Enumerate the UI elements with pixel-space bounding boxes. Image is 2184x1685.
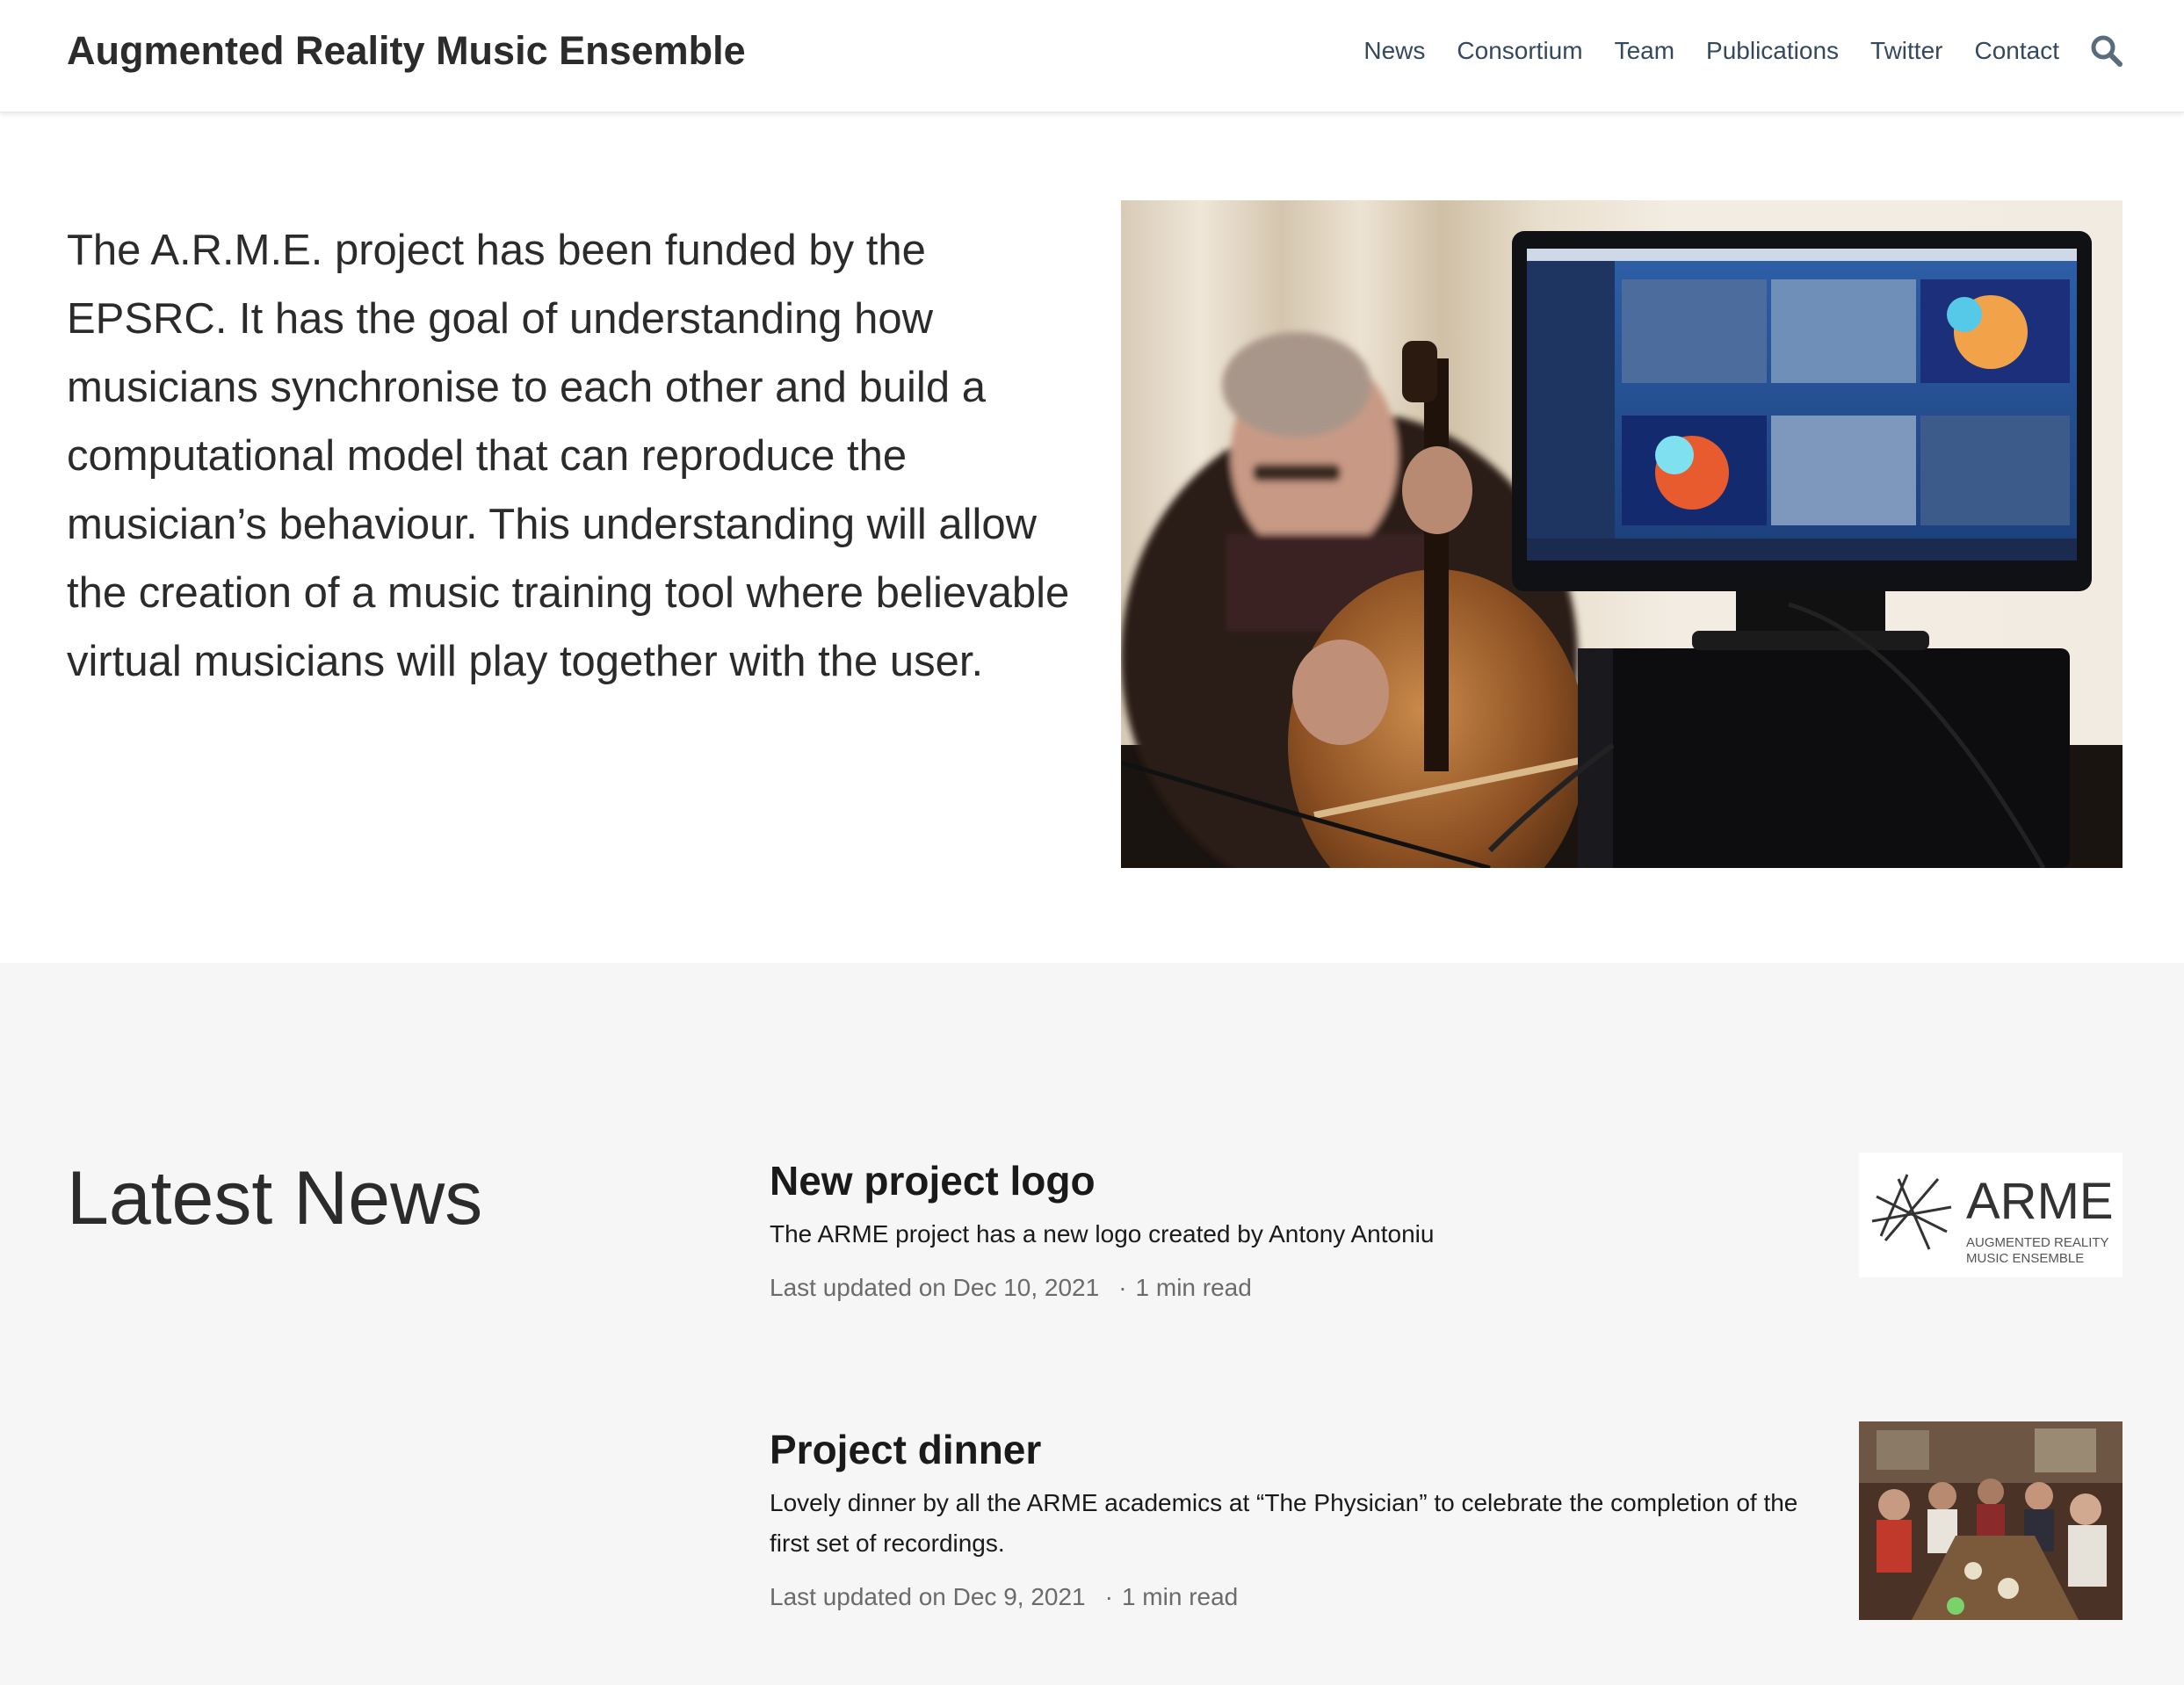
- nav-item-news[interactable]: News: [1348, 26, 1441, 76]
- logo-subtitle-2: MUSIC ENSEMBLE: [1966, 1251, 2084, 1266]
- post-read-time: 1 min read: [1121, 1583, 1239, 1610]
- site-header: Augmented Reality Music Ensemble News Co…: [0, 0, 2184, 112]
- nav-item-consortium[interactable]: Consortium: [1441, 26, 1598, 76]
- logo-subtitle-1: AUGMENTED REALITY: [1966, 1235, 2109, 1250]
- arme-logo: ARME AUGMENTED REALITY MUSIC ENSEMBLE: [1871, 1173, 2114, 1266]
- post-updated: Last updated on Dec 10, 2021: [770, 1274, 1100, 1301]
- hero-image: [1121, 200, 2123, 868]
- nav-item-contact[interactable]: Contact: [1959, 26, 2076, 76]
- post-updated: Last updated on Dec 9, 2021: [770, 1583, 1086, 1610]
- post-read-time: 1 min read: [1135, 1274, 1252, 1301]
- latest-news-heading: Latest News: [67, 1156, 483, 1240]
- post-summary: The ARME project has a new logo created …: [770, 1220, 1435, 1247]
- post-thumbnail-logo[interactable]: ARME AUGMENTED REALITY MUSIC ENSEMBLE: [1859, 1153, 2123, 1277]
- news-post: Project dinner Lovely dinner by all the …: [770, 1421, 2123, 1620]
- logo-text: ARME: [1966, 1173, 2114, 1230]
- nav-item-team[interactable]: Team: [1599, 26, 1690, 76]
- hero-text: The A.R.M.E. project has been funded by …: [67, 227, 1070, 685]
- cellist-photo: [1121, 200, 2123, 868]
- hero-section: The A.R.M.E. project has been funded by …: [0, 112, 2184, 963]
- post-thumbnail-dinner[interactable]: [1859, 1421, 2123, 1620]
- news-post: New project logo The ARME project has a …: [770, 1153, 2123, 1305]
- search-button[interactable]: [2087, 32, 2126, 70]
- group-dinner-photo: [1859, 1421, 2123, 1620]
- search-icon: [2091, 35, 2123, 67]
- latest-news-section: Latest News New project logo The ARME pr…: [0, 963, 2184, 1685]
- nav-item-publications[interactable]: Publications: [1690, 26, 1855, 76]
- nav-item-twitter[interactable]: Twitter: [1855, 26, 1958, 76]
- post-summary: Lovely dinner by all the ARME academics …: [770, 1489, 1798, 1557]
- site-title[interactable]: Augmented Reality Music Ensemble: [67, 25, 746, 77]
- main-nav: News Consortium Team Publications Twitte…: [1348, 26, 2126, 76]
